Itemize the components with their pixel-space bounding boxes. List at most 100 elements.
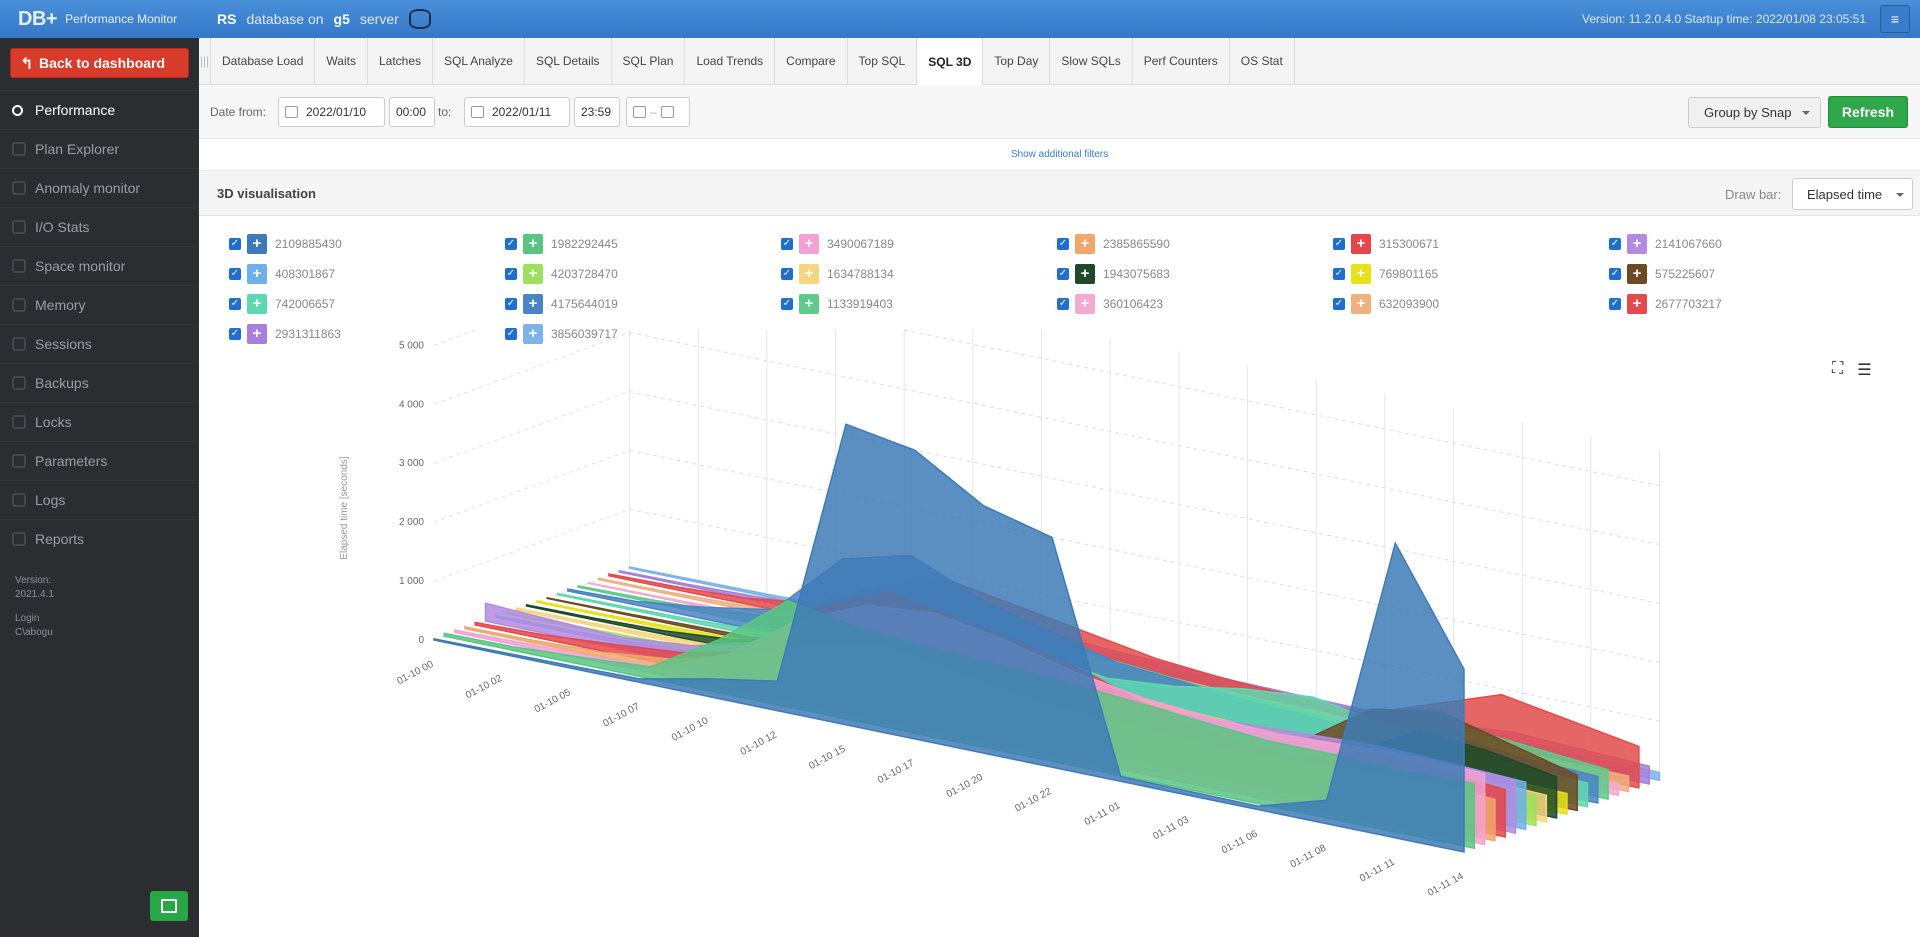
plus-icon[interactable]: + [247,264,267,284]
sidebar-item[interactable]: Anomaly monitor [0,168,199,207]
date-from-input[interactable]: 2022/01/10 [278,97,385,127]
refresh-button[interactable]: Refresh [1828,96,1908,128]
plus-icon[interactable]: + [1351,264,1371,284]
sidebar-item[interactable]: Logs [0,480,199,519]
plus-icon[interactable]: + [1075,234,1095,254]
legend-item[interactable]: ✓ +4203728470 [505,264,618,284]
legend-item[interactable]: ✓ +3490067189 [781,234,894,254]
date-range-button[interactable]: – [626,97,690,127]
legend-checkbox[interactable]: ✓ [1609,268,1621,280]
tab[interactable]: Top SQL [848,38,918,84]
sidebar-item[interactable]: I/O Stats [0,207,199,246]
sidebar-item[interactable]: Performance [0,90,199,129]
legend-checkbox[interactable]: ✓ [505,238,517,250]
sidebar-item[interactable]: Memory [0,285,199,324]
tab[interactable]: Perf Counters [1133,38,1230,84]
legend-checkbox[interactable]: ✓ [505,268,517,280]
legend-checkbox[interactable]: ✓ [781,238,793,250]
plus-icon[interactable]: + [799,234,819,254]
tab[interactable]: Slow SQLs [1050,38,1133,84]
plus-icon[interactable]: + [1351,294,1371,314]
plus-icon[interactable]: + [799,294,819,314]
legend-item[interactable]: ✓ +2385865590 [1057,234,1170,254]
legend-checkbox[interactable]: ✓ [229,298,241,310]
tab[interactable]: Waits [315,38,368,84]
legend-checkbox[interactable]: ✓ [1057,268,1069,280]
tab[interactable]: OS Stat [1230,38,1295,84]
sidebar-item[interactable]: Plan Explorer [0,129,199,168]
menu-list-button[interactable]: ≡ [1880,5,1910,33]
legend-item[interactable]: ✓ +742006657 [229,294,335,314]
legend-item[interactable]: ✓ +769801165 [1333,264,1438,284]
tab[interactable]: Load Trends [685,38,776,84]
legend-checkbox[interactable]: ✓ [1057,238,1069,250]
calendar-icon [633,106,646,118]
tab[interactable]: Top Day [983,38,1051,84]
sidebar-item[interactable]: Space monitor [0,246,199,285]
tab[interactable]: SQL Analyze [433,38,525,84]
draw-bar-select[interactable]: Elapsed time [1792,178,1913,210]
plus-icon[interactable]: + [1627,294,1647,314]
tab[interactable]: SQL Details [525,38,612,84]
legend-item[interactable]: ✓ +360106423 [1057,294,1163,314]
plus-icon[interactable]: + [247,234,267,254]
database-server-icon[interactable] [408,9,431,29]
plus-icon[interactable]: + [1075,264,1095,284]
sidebar-item[interactable]: Parameters [0,441,199,480]
plus-icon[interactable]: + [1075,294,1095,314]
plus-icon[interactable]: + [1351,234,1371,254]
tab-grip-handle[interactable]: ||| [199,38,211,84]
grid-line [433,332,630,405]
legend-checkbox[interactable]: ✓ [781,298,793,310]
legend-checkbox[interactable]: ✓ [1333,268,1345,280]
legend-item[interactable]: ✓ +2109885430 [229,234,342,254]
legend-item[interactable]: ✓ +632093900 [1333,294,1439,314]
legend-item[interactable]: ✓ +1634788134 [781,264,894,284]
legend-item[interactable]: ✓ +1133919403 [781,294,893,314]
legend-checkbox[interactable]: ✓ [505,298,517,310]
plus-icon[interactable]: + [1627,234,1647,254]
plus-icon[interactable]: + [523,264,543,284]
back-to-dashboard-button[interactable]: ↰ Back to dashboard [10,48,189,78]
legend-checkbox[interactable]: ✓ [1333,238,1345,250]
date-to-input[interactable]: 2022/01/11 [464,97,570,127]
legend-checkbox[interactable]: ✓ [781,268,793,280]
sidebar-item[interactable]: Locks [0,402,199,441]
plus-icon[interactable]: + [799,264,819,284]
legend-item[interactable]: ✓ +315300671 [1333,234,1439,254]
chart-menu-icon[interactable]: ☰ [1857,360,1871,380]
sidebar-toggle-button[interactable] [150,891,188,921]
legend-item[interactable]: ✓ +4175644019 [505,294,618,314]
legend-item[interactable]: ✓ +2141067660 [1609,234,1722,254]
legend-item[interactable]: ✓ +1982292445 [505,234,618,254]
sidebar-item[interactable]: Reports [0,519,199,558]
user-icon [12,337,26,351]
plus-icon[interactable]: + [523,294,543,314]
tab[interactable]: Database Load [211,38,316,84]
legend-checkbox[interactable]: ✓ [1333,298,1345,310]
tab[interactable]: SQL 3D [917,38,984,85]
legend-checkbox[interactable]: ✓ [1609,298,1621,310]
legend-item[interactable]: ✓ +1943075683 [1057,264,1170,284]
legend-checkbox[interactable]: ✓ [1609,238,1621,250]
sidebar-item[interactable]: Backups [0,363,199,402]
legend-checkbox[interactable]: ✓ [1057,298,1069,310]
time-from-input[interactable]: 00:00 [389,97,435,127]
plus-icon[interactable]: + [523,234,543,254]
tab[interactable]: Compare [775,38,848,84]
sidebar-item[interactable]: Sessions [0,324,199,363]
plus-icon[interactable]: + [1627,264,1647,284]
tab[interactable]: Latches [368,38,433,84]
show-additional-filters-link[interactable]: Show additional filters [199,139,1920,171]
tab[interactable]: SQL Plan [612,38,686,84]
legend-item[interactable]: ✓ +408301867 [229,264,335,284]
legend-checkbox[interactable]: ✓ [229,238,241,250]
group-by-snap-dropdown[interactable]: Group by Snap [1688,97,1821,128]
fullscreen-icon[interactable]: ⛶ [1832,360,1843,380]
time-to-input[interactable]: 23:59 [574,97,620,127]
app-logo[interactable]: DB+ Performance Monitor [0,0,199,38]
legend-checkbox[interactable]: ✓ [229,268,241,280]
legend-item[interactable]: ✓ +2677703217 [1609,294,1722,314]
plus-icon[interactable]: + [247,294,267,314]
legend-item[interactable]: ✓ +575225607 [1609,264,1715,284]
